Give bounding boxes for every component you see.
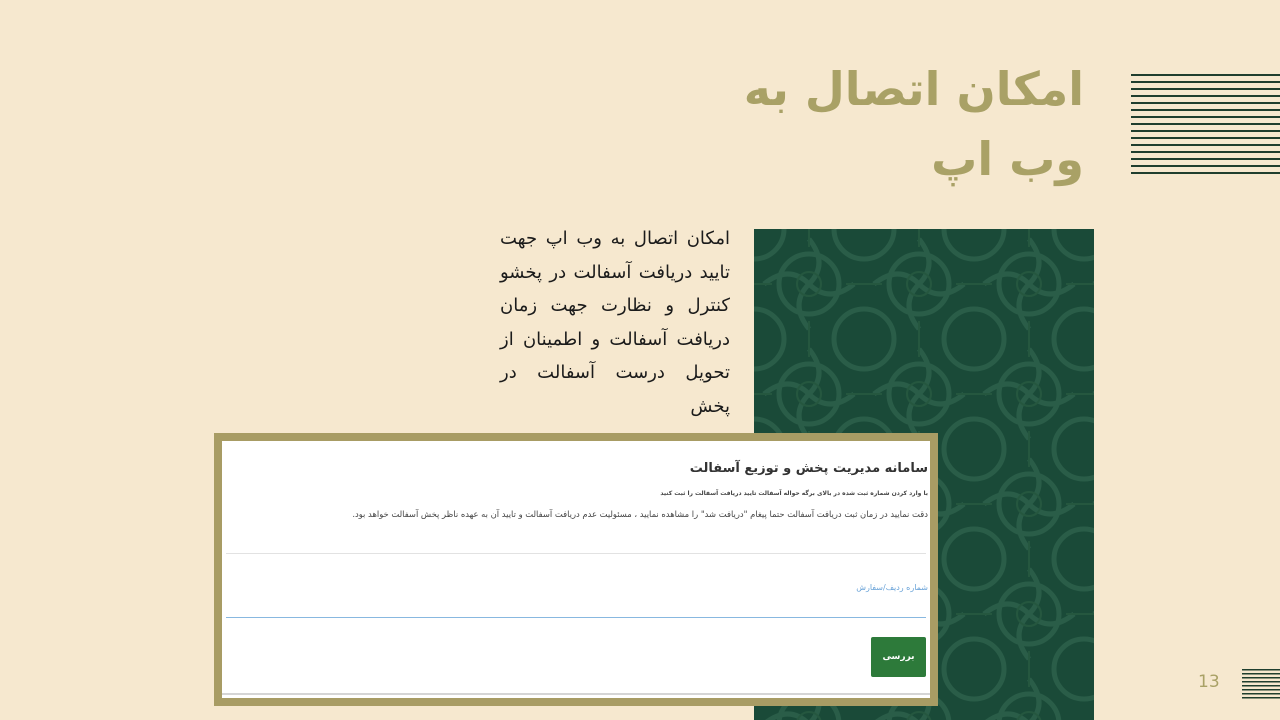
slide-title: امکان اتصال به وب اپ	[743, 62, 1084, 186]
slide-body-text: امکان اتصال به وب اپ جهت تایید دریافت آس…	[500, 228, 730, 417]
webapp-screenshot-frame: سامانه مدیریت پخش و توزیع آسفالت با وارد…	[214, 433, 938, 706]
webapp-title: سامانه مدیریت پخش و توزیع آسفالت	[689, 461, 928, 476]
page-number: 13	[1198, 672, 1220, 692]
small-striped-lines-decoration	[1242, 669, 1280, 699]
webapp-divider	[226, 553, 926, 554]
order-number-label: شماره ردیف/سفارش	[856, 583, 928, 592]
webapp-warning-text: دقت نمایید در زمان ثبت دریافت آسفالت حتم…	[352, 509, 928, 519]
webapp-form: سامانه مدیریت پخش و توزیع آسفالت با وارد…	[222, 441, 930, 698]
webapp-footer-divider	[222, 693, 930, 695]
striped-lines-decoration	[1131, 74, 1280, 174]
check-button[interactable]: بررسی	[871, 637, 926, 677]
webapp-hint-text: با وارد کردن شماره ثبت شده در بالای برگه…	[660, 490, 928, 497]
order-number-input[interactable]	[226, 597, 926, 618]
